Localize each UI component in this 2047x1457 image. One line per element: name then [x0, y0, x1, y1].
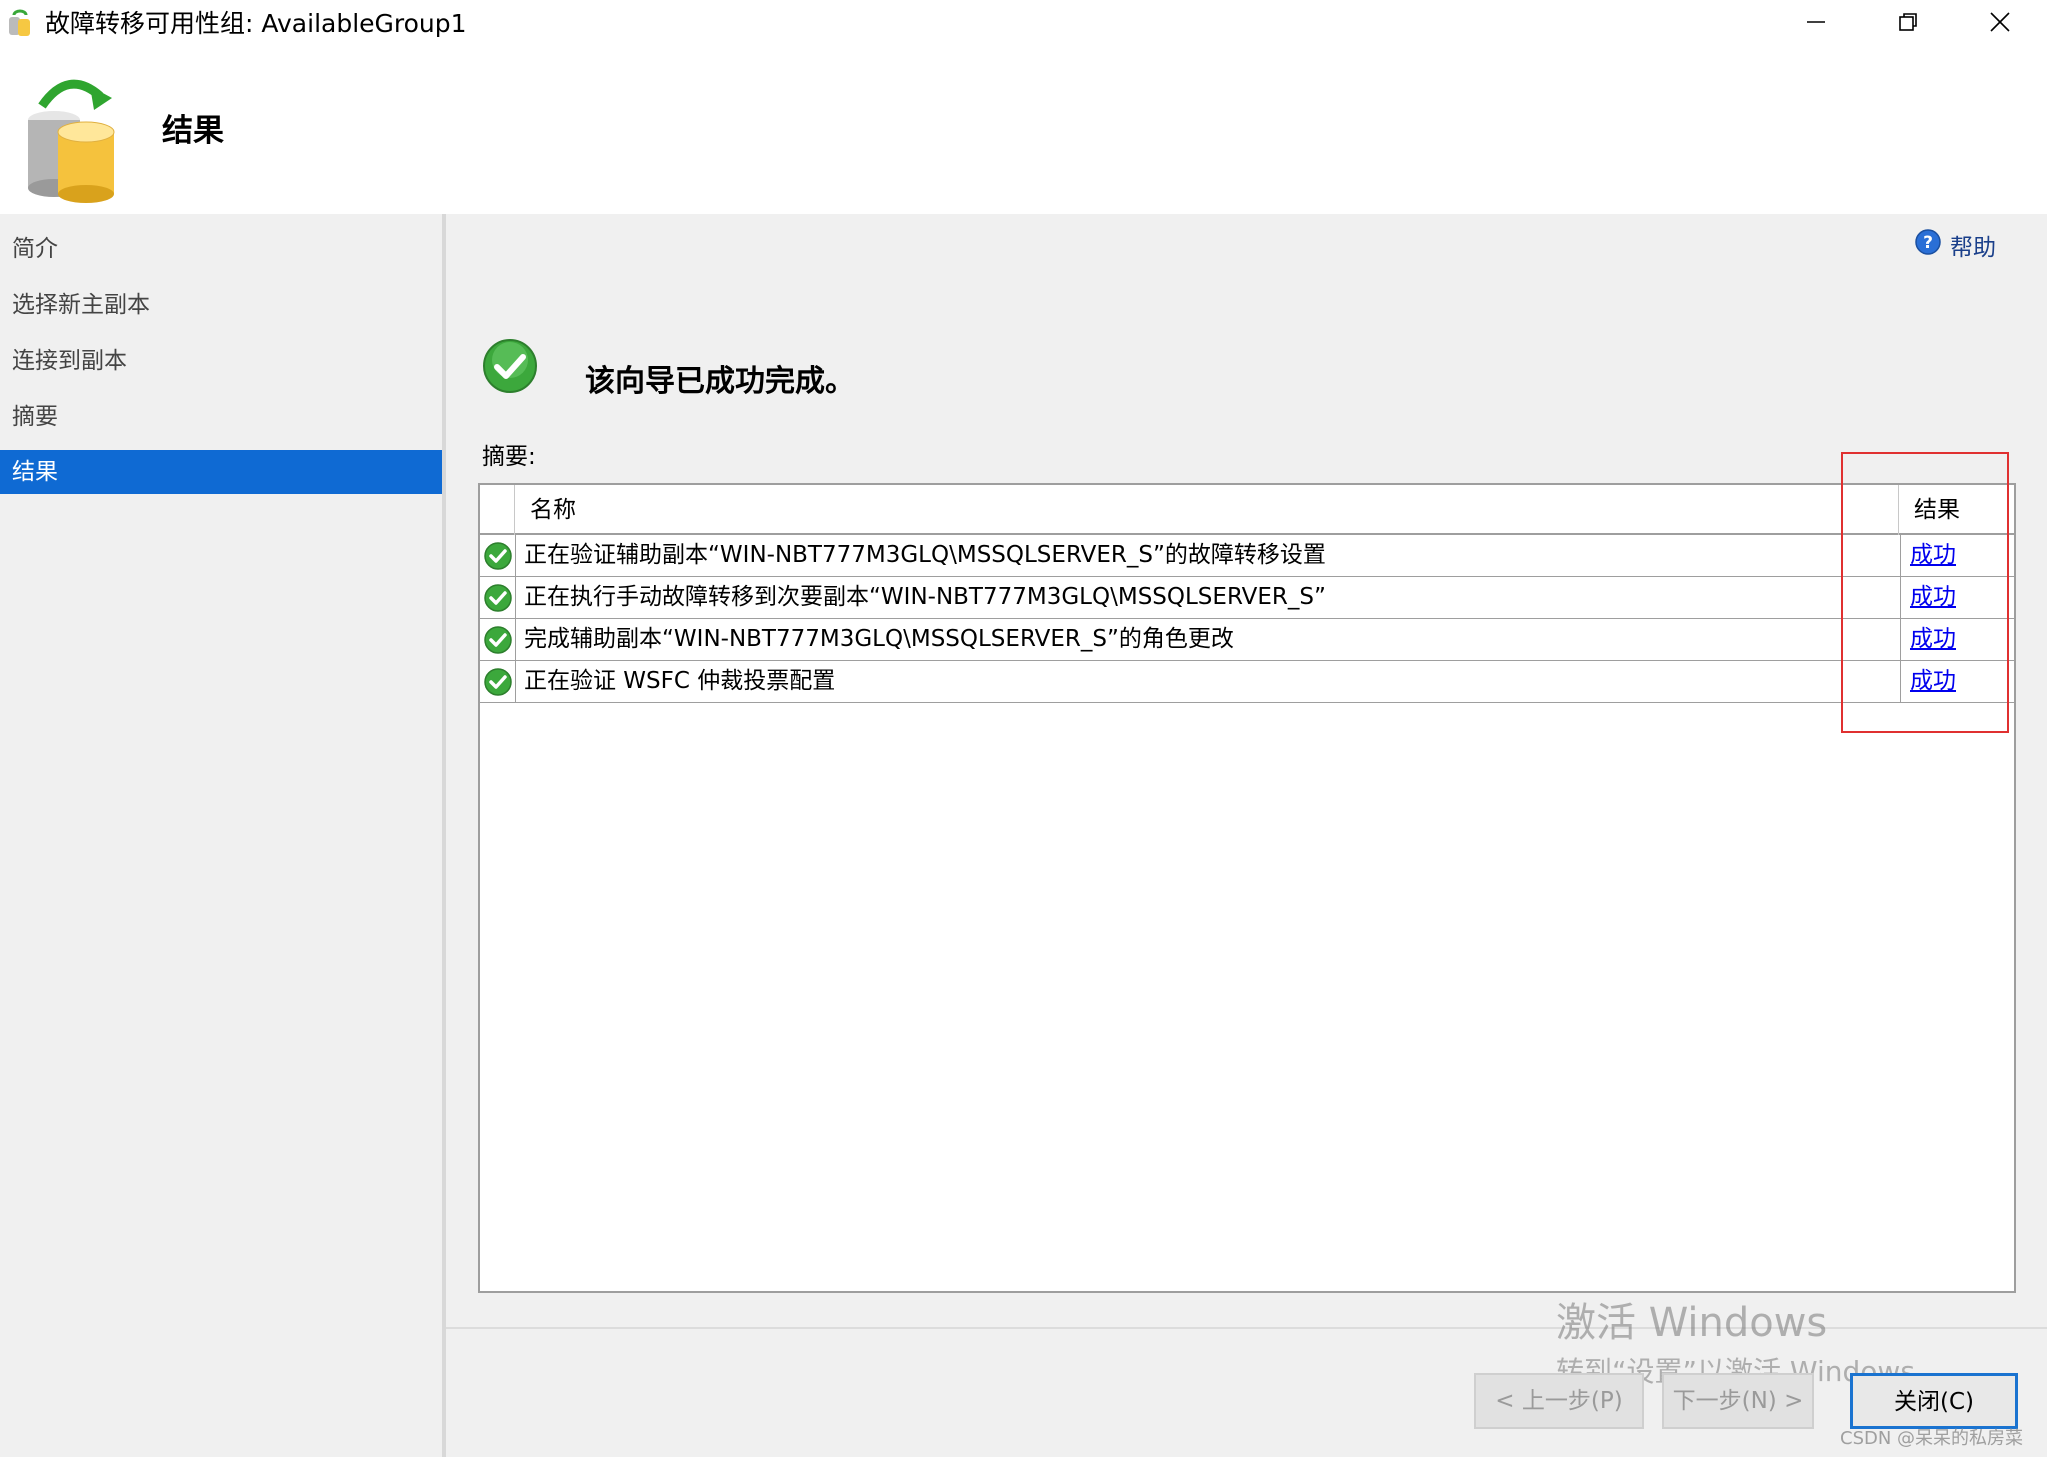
column-header-name[interactable]: 名称 — [530, 485, 576, 535]
column-separator — [1900, 619, 1901, 660]
row-name: 正在验证 WSFC 仲裁投票配置 — [524, 668, 836, 694]
close-icon — [1989, 11, 2011, 37]
activation-watermark-title: 激活 Windows — [1556, 1300, 1828, 1346]
table-row: 正在验证辅助副本“WIN-NBT777M3GLQ\MSSQLSERVER_S”的… — [480, 535, 2014, 577]
success-check-icon — [480, 619, 516, 660]
window-title: 故障转移可用性组: AvailableGroup1 — [45, 9, 467, 38]
result-link[interactable]: 成功 — [1910, 619, 1956, 660]
column-separator — [1900, 535, 1901, 576]
success-check-icon — [480, 577, 516, 618]
row-name: 正在执行手动故障转移到次要副本“WIN-NBT777M3GLQ\MSSQLSER… — [524, 584, 1326, 610]
minimize-icon — [1805, 11, 1827, 37]
svg-text:?: ? — [1923, 233, 1933, 253]
nav-item-select-primary[interactable]: 选择新主副本 — [0, 283, 442, 327]
previous-button[interactable]: < 上一步(P) — [1474, 1373, 1644, 1429]
source-credit: CSDN @呆呆的私房菜 — [1840, 1428, 2024, 1449]
database-failover-icon — [6, 8, 36, 38]
page-heading: 结果 — [162, 113, 224, 149]
column-separator — [1898, 485, 1899, 535]
result-link[interactable]: 成功 — [1910, 661, 1956, 702]
help-link[interactable]: ? 帮助 — [1914, 228, 1996, 262]
table-row: 正在执行手动故障转移到次要副本“WIN-NBT777M3GLQ\MSSQLSER… — [480, 577, 2014, 619]
close-window-button[interactable] — [1954, 0, 2046, 48]
success-check-icon — [482, 338, 538, 394]
table-row: 正在验证 WSFC 仲裁投票配置 成功 — [480, 661, 2014, 703]
table-row: 完成辅助副本“WIN-NBT777M3GLQ\MSSQLSERVER_S”的角色… — [480, 619, 2014, 661]
restore-button[interactable] — [1862, 0, 1954, 48]
help-icon: ? — [1914, 228, 1942, 262]
column-header-result[interactable]: 结果 — [1914, 485, 1960, 535]
close-button[interactable]: 关闭(C) — [1850, 1373, 2018, 1429]
nav-item-connect-replicas[interactable]: 连接到副本 — [0, 339, 442, 383]
nav-item-summary[interactable]: 摘要 — [0, 395, 442, 439]
restore-icon — [1897, 11, 1919, 37]
row-name: 正在验证辅助副本“WIN-NBT777M3GLQ\MSSQLSERVER_S”的… — [524, 542, 1326, 568]
success-check-icon — [480, 535, 516, 576]
column-separator — [1900, 661, 1901, 702]
summary-grid: 名称 结果 正在验证辅助副本“WIN-NBT777M3GLQ\MSSQLSERV… — [478, 483, 2016, 1293]
wizard-header: 结果 — [0, 48, 2047, 214]
success-check-icon — [480, 661, 516, 702]
minimize-button[interactable] — [1770, 0, 1862, 48]
grid-header: 名称 结果 — [480, 485, 2014, 535]
title-bar: 故障转移可用性组: AvailableGroup1 — [0, 0, 2047, 48]
nav-item-results[interactable]: 结果 — [0, 450, 442, 494]
help-label: 帮助 — [1950, 235, 1996, 261]
nav-item-intro[interactable]: 简介 — [0, 227, 442, 271]
column-separator — [514, 485, 515, 535]
column-separator — [1900, 577, 1901, 618]
completion-message: 该向导已成功完成。 — [585, 364, 855, 399]
row-name: 完成辅助副本“WIN-NBT777M3GLQ\MSSQLSERVER_S”的角色… — [524, 626, 1234, 652]
database-failover-icon — [20, 68, 125, 203]
result-link[interactable]: 成功 — [1910, 577, 1956, 618]
wizard-nav: 简介 选择新主副本 连接到副本 摘要 结果 — [0, 214, 442, 1457]
next-button[interactable]: 下一步(N) > — [1662, 1373, 1814, 1429]
summary-label: 摘要: — [482, 444, 536, 470]
result-link[interactable]: 成功 — [1910, 535, 1956, 576]
